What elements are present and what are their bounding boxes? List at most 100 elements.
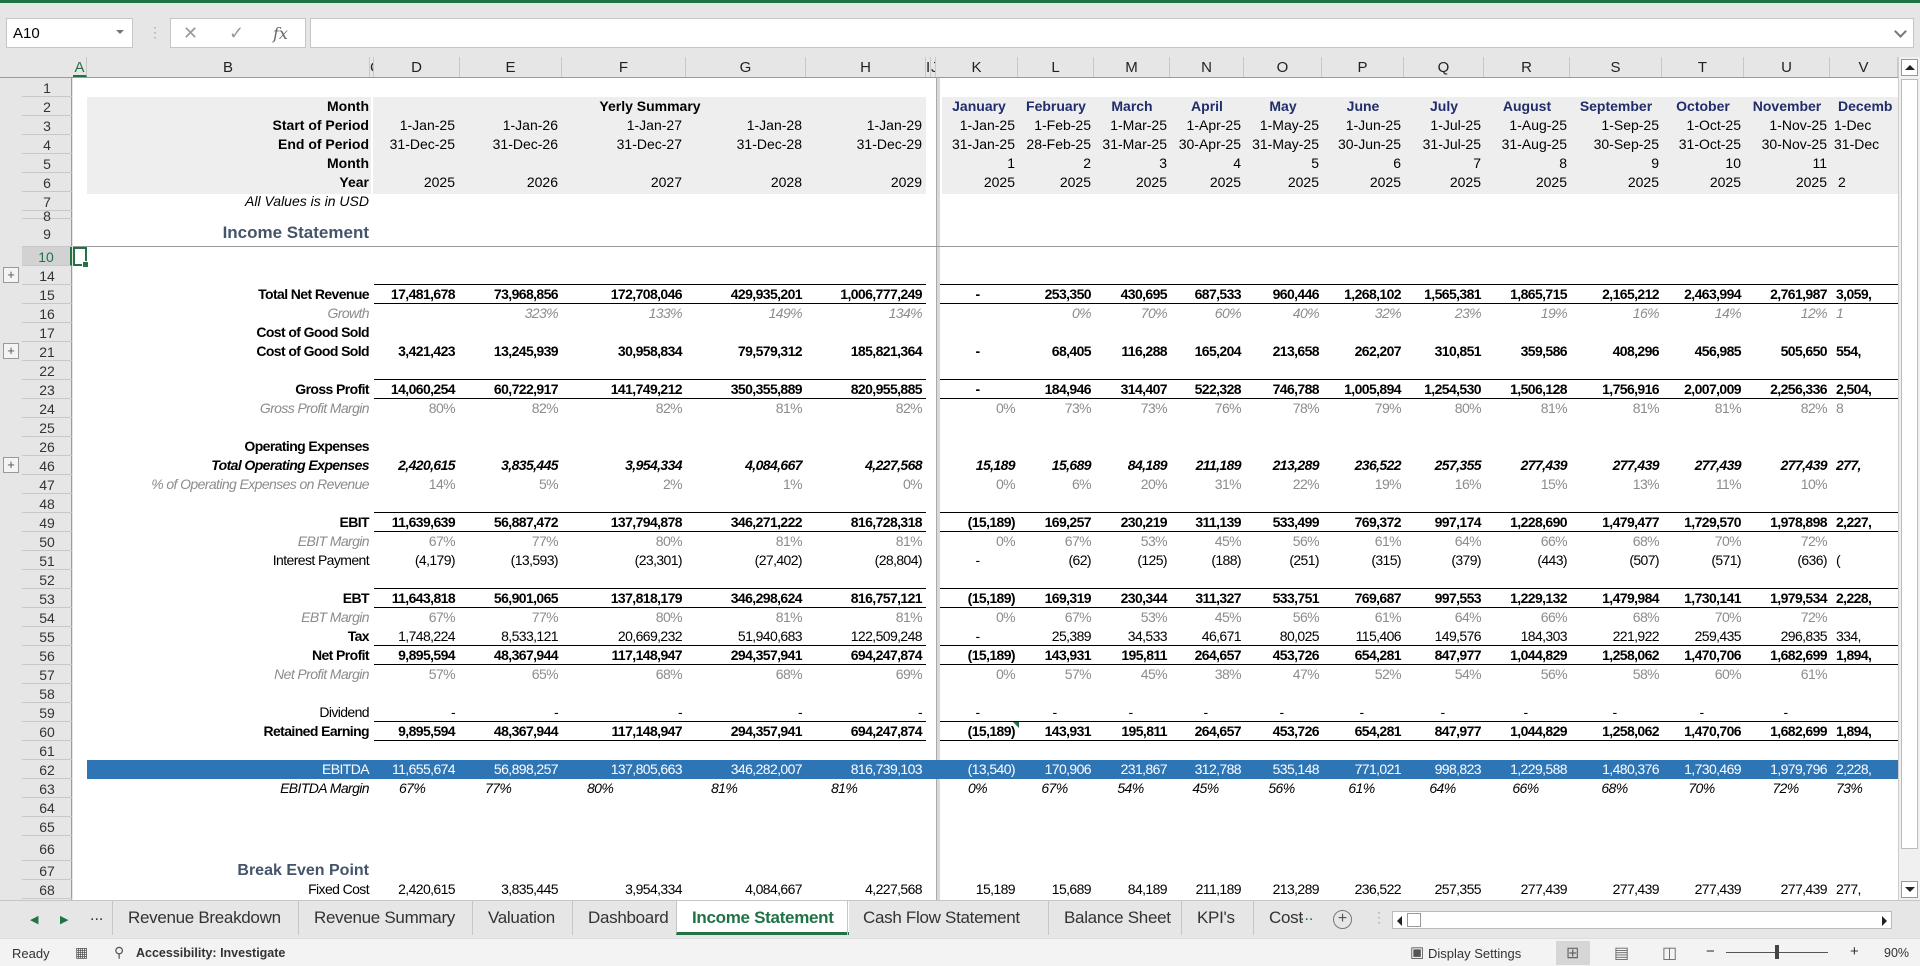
horizontal-scrollbar[interactable] xyxy=(1392,911,1892,929)
row-header-51[interactable]: 51 xyxy=(22,551,72,570)
col-header-H[interactable]: H xyxy=(806,57,926,77)
expand-group-row-21-button[interactable]: + xyxy=(3,343,19,359)
row-header-25[interactable]: 25 xyxy=(22,418,72,437)
zoom-slider-thumb[interactable] xyxy=(1775,945,1779,959)
row-header-8[interactable]: 8 xyxy=(22,209,72,223)
col-header-E[interactable]: E xyxy=(460,57,562,77)
col-header-M[interactable]: M xyxy=(1094,57,1170,77)
zoom-out-button[interactable]: − xyxy=(1706,943,1715,960)
col-header-P[interactable]: P xyxy=(1322,57,1404,77)
sheet-tab-kpi-s[interactable]: KPI's xyxy=(1181,901,1250,935)
vertical-scroll-thumb[interactable] xyxy=(1901,79,1918,849)
row-header-48[interactable]: 48 xyxy=(22,494,72,513)
row-header-17[interactable]: 17 xyxy=(22,323,72,342)
display-settings-button[interactable]: Display Settings xyxy=(1428,946,1521,961)
row-header-16[interactable]: 16 xyxy=(22,304,72,323)
scroll-up-icon[interactable] xyxy=(1901,59,1918,76)
row-header-61[interactable]: 61 xyxy=(22,741,72,760)
zoom-level[interactable]: 90% xyxy=(1884,946,1909,960)
row-header-21[interactable]: 21 xyxy=(22,342,72,361)
col-header-G[interactable]: G xyxy=(686,57,806,77)
row-header-65[interactable]: 65 xyxy=(22,817,72,836)
col-header-D[interactable]: D xyxy=(374,57,460,77)
row-header-4[interactable]: 4 xyxy=(22,135,72,154)
row-header-58[interactable]: 58 xyxy=(22,684,72,703)
page-layout-view-button[interactable]: ▤ xyxy=(1604,941,1638,965)
expand-group-row-14-button[interactable]: + xyxy=(3,267,19,283)
col-header-K[interactable]: K xyxy=(936,57,1018,77)
sheet-tab-dashboard[interactable]: Dashboard xyxy=(572,901,683,935)
row-header-55[interactable]: 55 xyxy=(22,627,72,646)
row-header-52[interactable]: 52 xyxy=(22,570,72,589)
row-header-2[interactable]: 2 xyxy=(22,97,72,116)
insert-function-icon[interactable]: fx xyxy=(273,24,288,43)
row-header-26[interactable]: 26 xyxy=(22,437,72,456)
col-header-O[interactable]: O xyxy=(1244,57,1322,77)
row-header-59[interactable]: 59 xyxy=(22,703,72,722)
more-sheets-right-button[interactable]: ... xyxy=(1300,907,1313,925)
row-header-57[interactable]: 57 xyxy=(22,665,72,684)
row-header-60[interactable]: 60 xyxy=(22,722,72,741)
col-header-N[interactable]: N xyxy=(1170,57,1244,77)
row-header-50[interactable]: 50 xyxy=(22,532,72,551)
sheet-tab-income-statement[interactable]: Income Statement xyxy=(676,901,849,935)
next-sheet-icon[interactable]: ▶ xyxy=(60,913,68,926)
horizontal-scroll-thumb[interactable] xyxy=(1407,913,1421,927)
row-header-46[interactable]: 46 xyxy=(22,456,72,475)
col-header-A[interactable]: A xyxy=(73,57,87,77)
row-header-63[interactable]: 63 xyxy=(22,779,72,798)
col-header-Q[interactable]: Q xyxy=(1404,57,1484,77)
sheet-tab-revenue-breakdown[interactable]: Revenue Breakdown xyxy=(112,901,296,935)
formula-bar-grip-icon[interactable]: ⋮ xyxy=(148,24,162,41)
row-header-64[interactable]: 64 xyxy=(22,798,72,817)
col-header-B[interactable]: B xyxy=(87,57,370,77)
scroll-left-icon[interactable] xyxy=(1397,916,1402,926)
scroll-right-icon[interactable] xyxy=(1882,916,1887,926)
sheet-tab-balance-sheet[interactable]: Balance Sheet xyxy=(1048,901,1186,935)
sheet-tab-cash-flow-statement[interactable]: Cash Flow Statement xyxy=(847,901,1035,935)
row-header-9[interactable]: 9 xyxy=(22,219,72,247)
worksheet-grid[interactable]: Month Start of Period End of Period Month Ye… xyxy=(73,78,1898,900)
row-header-3[interactable]: 3 xyxy=(22,116,72,135)
vertical-scrollbar[interactable] xyxy=(1898,57,1920,900)
row-header-56[interactable]: 56 xyxy=(22,646,72,665)
name-box[interactable]: A10 xyxy=(6,18,133,48)
row-header-24[interactable]: 24 xyxy=(22,399,72,418)
more-sheets-left-button[interactable]: ... xyxy=(90,907,103,925)
sheet-tab-cost[interactable]: Cost xyxy=(1253,901,1325,935)
col-header-V[interactable]: V xyxy=(1830,57,1898,77)
row-header-22[interactable]: 22 xyxy=(22,361,72,380)
row-header-14[interactable]: 14 xyxy=(22,266,72,285)
new-sheet-button[interactable]: + xyxy=(1333,910,1352,929)
row-header-53[interactable]: 53 xyxy=(22,589,72,608)
row-header-1[interactable]: 1 xyxy=(22,78,72,97)
scroll-down-icon[interactable] xyxy=(1901,881,1918,898)
name-box-dropdown-icon[interactable] xyxy=(116,30,124,34)
page-break-view-button[interactable]: ◫ xyxy=(1652,941,1686,965)
col-header-R[interactable]: R xyxy=(1484,57,1570,77)
row-header-23[interactable]: 23 xyxy=(22,380,72,399)
formula-input[interactable] xyxy=(310,18,1914,48)
error-indicator-icon[interactable] xyxy=(1013,722,1019,728)
active-cell-A10[interactable] xyxy=(73,247,89,268)
row-header-6[interactable]: 6 xyxy=(22,173,72,192)
row-header-10[interactable]: 10 xyxy=(22,247,72,266)
row-header-47[interactable]: 47 xyxy=(22,475,72,494)
zoom-in-button[interactable]: + xyxy=(1850,943,1859,960)
prev-sheet-icon[interactable]: ◀ xyxy=(30,913,38,926)
col-header-F[interactable]: F xyxy=(562,57,686,77)
sheet-tab-valuation[interactable]: Valuation xyxy=(472,901,570,935)
row-header-49[interactable]: 49 xyxy=(22,513,72,532)
expand-group-row-46-button[interactable]: + xyxy=(3,457,19,473)
col-header-U[interactable]: U xyxy=(1744,57,1830,77)
row-header-62[interactable]: 62 xyxy=(22,760,72,779)
col-header-S[interactable]: S xyxy=(1570,57,1662,77)
sheet-tab-revenue-summary[interactable]: Revenue Summary xyxy=(298,901,470,935)
row-header-15[interactable]: 15 xyxy=(22,285,72,304)
enter-icon[interactable]: ✓ xyxy=(229,23,244,44)
row-header-5[interactable]: 5 xyxy=(22,154,72,173)
normal-view-button[interactable]: ⊞ xyxy=(1556,941,1590,965)
col-header-L[interactable]: L xyxy=(1018,57,1094,77)
row-header-68[interactable]: 68 xyxy=(22,880,72,899)
row-header-66[interactable]: 66 xyxy=(22,836,72,861)
